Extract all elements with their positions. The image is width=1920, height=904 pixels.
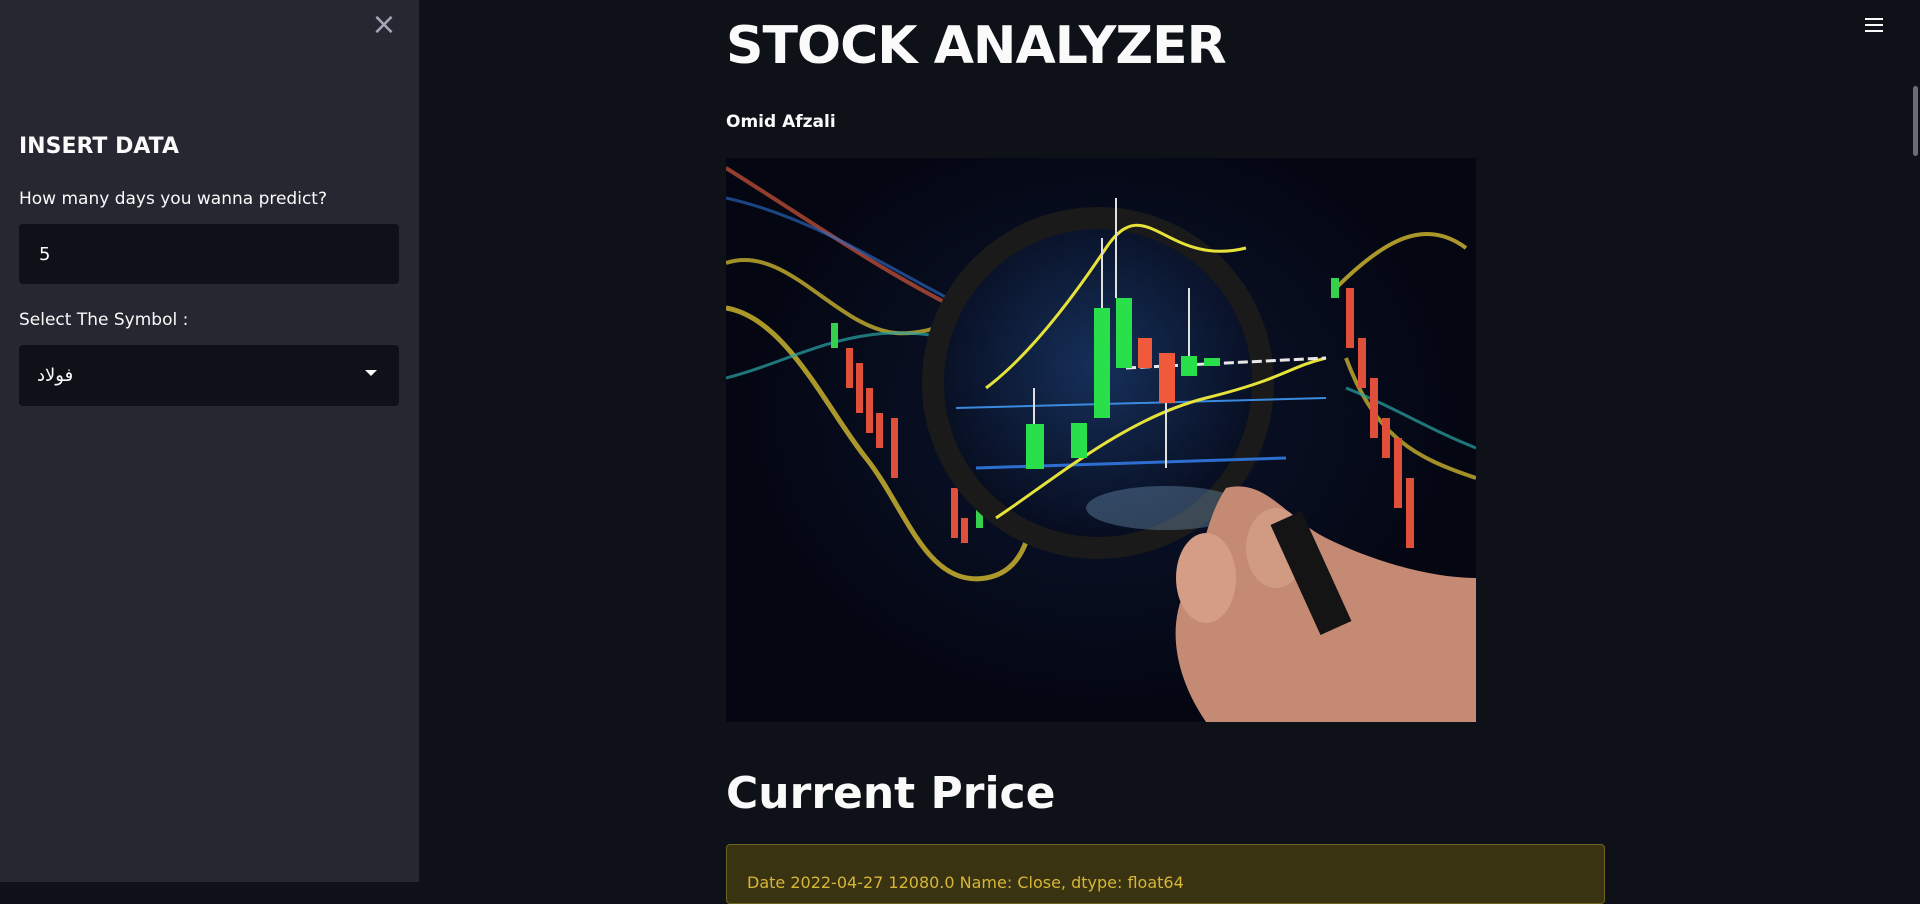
symbol-label: Select The Symbol : (19, 310, 189, 330)
chevron-down-icon (365, 370, 377, 376)
sidebar: × INSERT DATA How many days you wanna pr… (0, 0, 419, 882)
sidebar-title: INSERT DATA (19, 134, 179, 159)
days-input-value: 5 (39, 243, 51, 265)
days-label: How many days you wanna predict? (19, 189, 327, 209)
price-output-text: Date 2022-04-27 12080.0 Name: Close, dty… (747, 873, 1184, 892)
candlestick-magnifier-illustration (726, 166, 1476, 722)
price-output-box: Date 2022-04-27 12080.0 Name: Close, dty… (726, 844, 1605, 904)
hero-image (726, 158, 1476, 722)
scrollbar-thumb[interactable] (1913, 86, 1918, 156)
close-icon[interactable]: × (370, 10, 398, 40)
symbol-select[interactable]: فولاد (19, 345, 399, 406)
section-title-current-price: Current Price (726, 768, 1056, 819)
hamburger-menu-icon[interactable] (1862, 14, 1888, 38)
symbol-select-value: فولاد (37, 365, 74, 386)
author-name: Omid Afzali (726, 112, 836, 132)
page-title: STOCK ANALYZER (726, 16, 1227, 76)
scrollbar[interactable] (1911, 0, 1920, 882)
days-input[interactable]: 5 (19, 224, 399, 284)
